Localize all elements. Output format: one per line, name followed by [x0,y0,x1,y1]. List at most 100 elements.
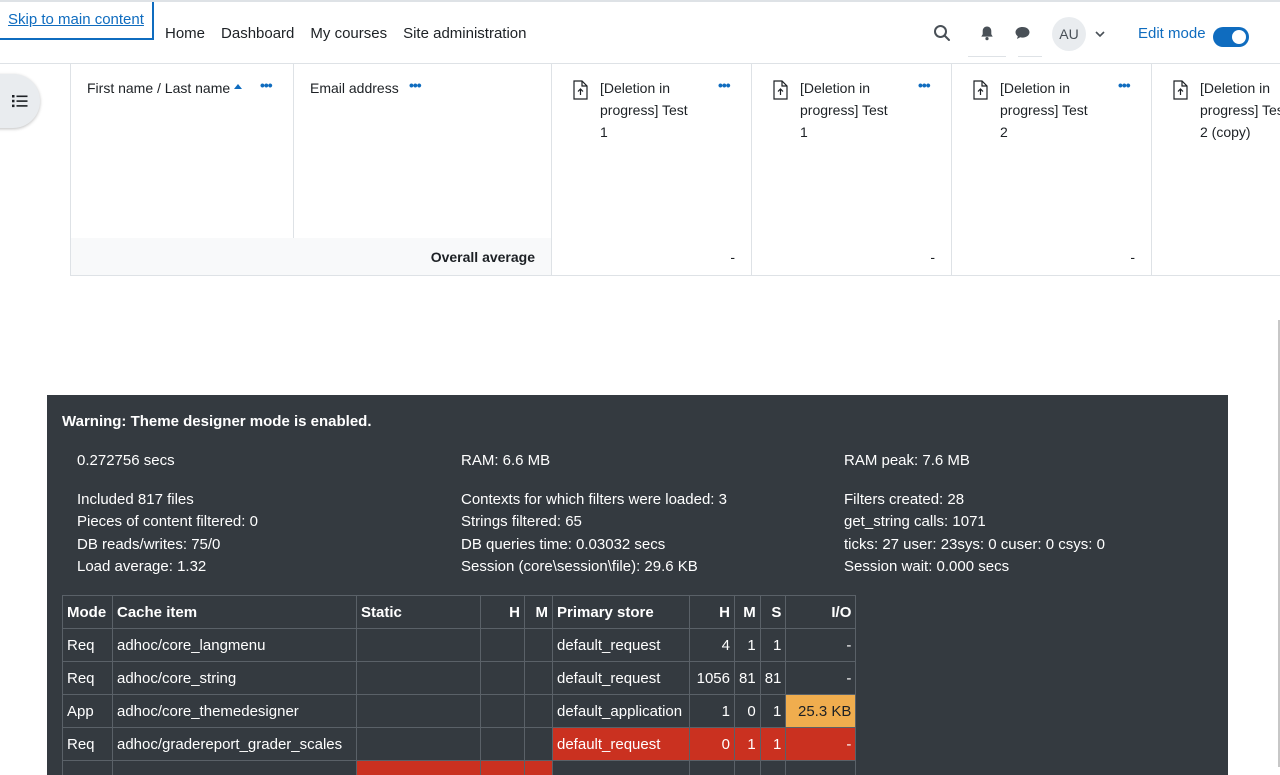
nav-home[interactable]: Home [157,25,213,42]
stat-ticks: ticks: 27 user: 23sys: 0 cuser: 0 csys: … [844,536,1105,553]
stat-db-reads-writes: DB reads/writes: 75/0 [77,536,220,553]
more-options-icon[interactable]: ••• [1118,77,1130,93]
stat-contexts: Contexts for which filters were loaded: … [461,491,727,508]
cache-sets-cell: 81 [760,662,786,695]
overall-average-value: - [930,238,935,276]
cache-sets-cell: 1 [760,695,786,728]
grade-item-line: progress] Test [1200,99,1280,121]
edit-mode-toggle[interactable] [1213,27,1249,47]
grade-item-link[interactable]: [Deletion in progress] Test 1 [600,77,688,143]
notifications-underline [968,56,1006,57]
performance-info-panel: Warning: Theme designer mode is enabled.… [47,395,1228,775]
header-cell-grade-item: [Deletion in progress] Test 1 ••• [552,64,752,239]
cache-hits-cell: 1056 [690,662,735,695]
col-sets: S [760,596,786,629]
grade-item-link[interactable]: [Deletion in progress] Test 1 [800,77,888,143]
col-misses: M [735,596,761,629]
overall-average-label-cell: Overall average [70,238,552,276]
stat-pieces-filtered: Pieces of content filtered: 0 [77,513,258,530]
cache-primary-store-cell: default_application [553,695,690,728]
cache-static-misses-cell [525,629,553,662]
cache-static-hits-cell [481,695,525,728]
assignment-file-icon [572,80,588,100]
cache-cell [113,761,357,775]
nav-site-administration[interactable]: Site administration [395,25,534,42]
cache-static-hits-cell [481,629,525,662]
grade-item-line: [Deletion in [1000,77,1088,99]
cache-cell [735,761,761,775]
cache-cell [63,761,113,775]
user-avatar[interactable]: AU [1052,17,1086,51]
cache-usage-table: Mode Cache item Static H M Primary store… [62,595,856,775]
more-options-icon[interactable]: ••• [260,77,272,93]
cache-misses-cell: 0 [735,695,761,728]
notifications-button[interactable] [973,19,1001,47]
grade-item-link[interactable]: [Deletion in progress] Test 2 (copy) [1200,77,1280,143]
stat-strings-filtered: Strings filtered: 65 [461,513,582,530]
grade-item-line: progress] Test [600,99,688,121]
cache-cell [553,761,690,775]
cache-item-cell: adhoc/gradereport_grader_scales [113,728,357,761]
overall-average-cell: - [752,238,952,276]
cache-primary-store-cell: default_request [553,728,690,761]
chevron-down-icon[interactable] [1094,28,1106,40]
cache-table-row: Appadhoc/core_themedesigner default_appli… [63,695,856,728]
cache-static-cell [357,728,481,761]
col-static: Static [357,596,481,629]
search-button[interactable] [928,19,956,47]
assignment-file-icon [972,80,988,100]
more-options-icon[interactable]: ••• [918,77,930,93]
grade-item-line: 1 [800,121,888,143]
cache-mode-cell: App [63,695,113,728]
grade-item-line: [Deletion in [800,77,888,99]
overall-average-label: Overall average [431,238,535,276]
nav-dashboard[interactable]: Dashboard [213,25,302,42]
cache-io-cell: - [786,629,856,662]
messages-button[interactable] [1008,19,1036,47]
overall-average-cell: - [952,238,1152,276]
more-options-icon[interactable]: ••• [409,77,421,93]
cache-misses-cell: 1 [735,728,761,761]
overall-average-value: - [730,238,735,276]
header-cell-grade-item: [Deletion in progress] Test 2 ••• [952,64,1152,239]
overall-average-cell [1152,238,1280,276]
cache-static-cell [357,695,481,728]
cache-table-row: Reqadhoc/core_langmenudefault_request411… [63,629,856,662]
col-io: I/O [786,596,856,629]
cache-io-cell: 25.3 KB [786,695,856,728]
grade-item-link[interactable]: [Deletion in progress] Test 2 [1000,77,1088,143]
primary-navigation: Home Dashboard My courses Site administr… [157,2,535,64]
stat-session-wait: Session wait: 0.000 secs [844,558,1009,575]
cache-io-cell: - [786,728,856,761]
header-cell-name: First name / Last name ••• [70,64,294,239]
assignment-file-icon [772,80,788,100]
course-index-drawer-button[interactable] [0,74,40,128]
col-primary-store: Primary store [553,596,690,629]
grade-item-line: 2 (copy) [1200,121,1280,143]
skip-to-main-content-link[interactable]: Skip to main content [0,2,154,40]
cache-static-misses-cell [525,728,553,761]
cache-primary-store-cell: default_request [553,629,690,662]
sort-ascending-icon [234,84,242,89]
edit-mode-label: Edit mode [1138,2,1206,66]
stat-time: 0.272756 secs [77,452,175,469]
cache-item-cell: adhoc/core_themedesigner [113,695,357,728]
cache-table-row: Reqadhoc/gradereport_grader_scales defaul… [63,728,856,761]
more-options-icon[interactable]: ••• [718,77,730,93]
column-header-name[interactable]: First name / Last name [87,77,242,99]
stat-get-string-calls: get_string calls: 1071 [844,513,986,530]
cache-cell [357,761,481,775]
cache-misses-cell: 1 [735,629,761,662]
cache-cell [481,761,525,775]
cache-cell [525,761,553,775]
column-header-email[interactable]: Email address [310,77,399,99]
theme-designer-warning: Warning: Theme designer mode is enabled. [62,413,372,430]
cache-mode-cell: Req [63,728,113,761]
header-cell-grade-item: [Deletion in progress] Test 2 (copy) [1152,64,1280,239]
cache-primary-store-cell: default_request [553,662,690,695]
grader-report-table: First name / Last name ••• Email address… [70,64,1280,276]
nav-my-courses[interactable]: My courses [302,25,395,42]
col-mode: Mode [63,596,113,629]
cache-misses-cell: 81 [735,662,761,695]
overall-average-cell: - [552,238,752,276]
